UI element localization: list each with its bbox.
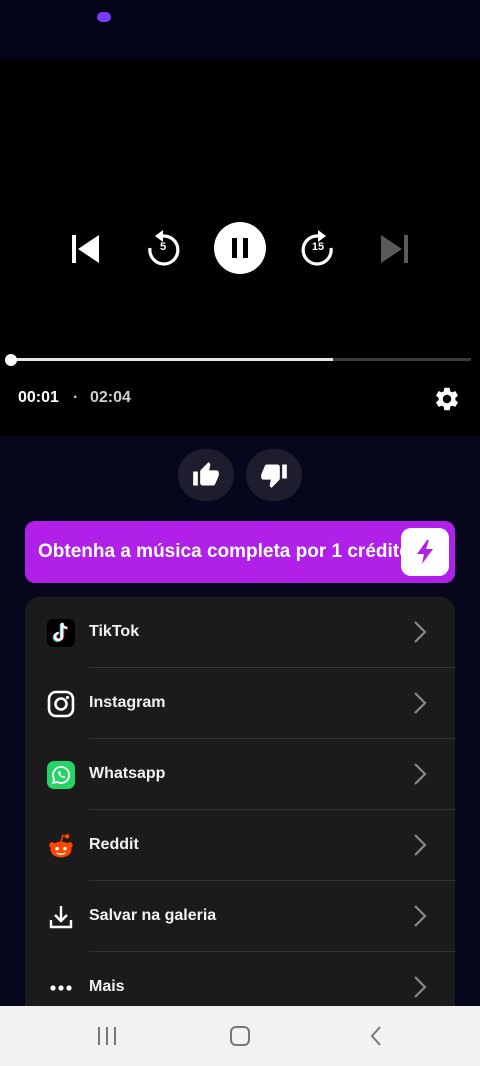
rewind-seconds: 5 [159, 241, 167, 253]
get-full-song-label: Obtenha a música completa por 1 crédito [38, 541, 411, 562]
reddit-icon [47, 832, 75, 860]
dislike-button[interactable] [246, 449, 302, 501]
share-item-label: Reddit [89, 836, 139, 853]
thumbs-down-icon [261, 464, 287, 488]
share-item-label: TikTok [89, 623, 140, 640]
tiktok-icon [47, 619, 75, 647]
share-panel: TikTok Instagram Whatsapp Reddit Salvar … [25, 597, 455, 1017]
thumbs-up-icon [193, 462, 219, 486]
progress-knob[interactable] [5, 354, 17, 366]
lightning-bolt-icon [417, 540, 433, 564]
video-player[interactable]: 5 15 00:01 · 02:04 [0, 60, 480, 436]
chevron-right-icon [414, 976, 427, 998]
progress-bar[interactable] [12, 358, 471, 361]
current-time: 00:01 [18, 389, 59, 406]
pause-button[interactable] [214, 222, 266, 274]
share-item-save-gallery[interactable]: Salvar na galeria [25, 881, 455, 952]
chevron-right-icon [414, 905, 427, 927]
skip-next-icon [381, 235, 408, 263]
share-item-label: Instagram [89, 694, 166, 711]
next-button[interactable] [373, 227, 417, 271]
back-icon [370, 1026, 381, 1046]
download-icon [47, 903, 75, 931]
chevron-right-icon [414, 834, 427, 856]
credit-badge [401, 528, 449, 576]
status-dot [97, 12, 111, 22]
whatsapp-icon [47, 761, 75, 789]
pause-icon [232, 238, 248, 258]
home-icon [230, 1026, 250, 1046]
recent-apps-button[interactable] [87, 1021, 127, 1051]
chevron-right-icon [414, 763, 427, 785]
forward-button[interactable]: 15 [295, 226, 341, 272]
share-item-whatsapp[interactable]: Whatsapp [25, 739, 455, 810]
share-item-label: Mais [89, 978, 125, 995]
share-item-reddit[interactable]: Reddit [25, 810, 455, 881]
total-time: 02:04 [90, 389, 131, 406]
share-item-label: Whatsapp [89, 765, 166, 782]
recent-apps-icon [98, 1027, 116, 1045]
like-button[interactable] [178, 449, 234, 501]
settings-button[interactable] [433, 385, 461, 413]
chevron-right-icon [414, 692, 427, 714]
time-separator: · [73, 389, 79, 406]
status-bar [0, 0, 480, 60]
more-icon [47, 974, 75, 1002]
gear-icon [436, 387, 458, 411]
back-button[interactable] [356, 1021, 396, 1051]
progress-fill [12, 358, 334, 361]
skip-previous-icon [72, 235, 99, 263]
get-full-song-button[interactable]: Obtenha a música completa por 1 crédito [25, 521, 455, 583]
chevron-right-icon [414, 621, 427, 643]
instagram-icon [47, 690, 75, 718]
system-nav-bar [0, 1006, 480, 1066]
share-item-instagram[interactable]: Instagram [25, 668, 455, 739]
share-item-tiktok[interactable]: TikTok [25, 597, 455, 668]
rewind-button[interactable]: 5 [140, 226, 186, 272]
forward-seconds: 15 [311, 241, 325, 253]
home-button[interactable] [220, 1021, 260, 1051]
share-item-label: Salvar na galeria [89, 907, 217, 924]
previous-button[interactable] [63, 227, 107, 271]
